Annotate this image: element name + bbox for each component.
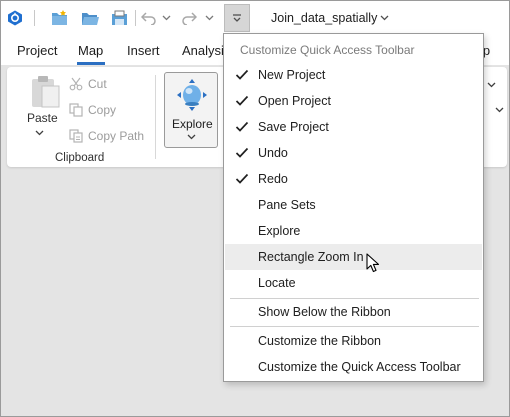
- project-name-dropdown[interactable]: Join_data_spatially: [271, 11, 389, 25]
- menu-item-label: Save Project: [258, 120, 329, 134]
- menu-header: Customize Quick Access Toolbar: [240, 43, 415, 57]
- menu-item-explore[interactable]: Explore: [225, 218, 482, 244]
- paste-chevron-icon[interactable]: [35, 130, 44, 136]
- checkmark-icon: [233, 92, 251, 110]
- menu-item-label: Rectangle Zoom In: [258, 250, 364, 264]
- scissors-icon: [69, 77, 83, 91]
- menu-item-label: Redo: [258, 172, 288, 186]
- menu-item-customize-ribbon[interactable]: Customize the Ribbon: [225, 328, 482, 354]
- menu-item-label: Pane Sets: [258, 198, 316, 212]
- menu-item-show-below-ribbon[interactable]: Show Below the Ribbon: [225, 299, 482, 325]
- menu-item-label: Customize the Quick Access Toolbar: [258, 360, 461, 374]
- mouse-pointer-icon: [366, 253, 380, 273]
- explore-button[interactable]: Explore: [164, 72, 218, 148]
- menu-item-rectangle-zoom-in[interactable]: Rectangle Zoom In: [225, 244, 482, 270]
- checkmark-icon: [233, 118, 251, 136]
- menu-item-label: Show Below the Ribbon: [258, 305, 391, 319]
- project-name-label: Join_data_spatially: [271, 11, 378, 25]
- checkmark-icon: [233, 144, 251, 162]
- cut-button[interactable]: Cut: [69, 77, 107, 91]
- cut-label: Cut: [88, 77, 107, 91]
- title-bar: Join_data_spatially: [1, 1, 509, 35]
- menu-item-label: Locate: [258, 276, 296, 290]
- ribbon-chevron-icon[interactable]: [487, 82, 496, 88]
- application-window: Join_data_spatially Project Map Insert A…: [0, 0, 510, 417]
- menu-item-label: Customize the Ribbon: [258, 334, 381, 348]
- undo-icon[interactable]: [140, 8, 158, 28]
- copy-icon: [69, 103, 83, 117]
- menu-item-redo[interactable]: Redo: [225, 166, 482, 192]
- ribbon-group-divider: [155, 75, 156, 159]
- menu-item-label: Explore: [258, 224, 301, 238]
- undo-dropdown-chevron-icon[interactable]: [160, 8, 172, 28]
- menu-divider: [230, 326, 479, 327]
- copy-path-button[interactable]: Copy Path: [69, 129, 144, 143]
- menu-item-open-project[interactable]: Open Project: [225, 88, 482, 114]
- tab-map[interactable]: Map: [78, 43, 103, 58]
- copy-label: Copy: [88, 103, 117, 117]
- open-project-icon[interactable]: [80, 8, 100, 28]
- tab-analysis[interactable]: Analysi: [182, 43, 224, 58]
- app-logo-icon: [6, 8, 24, 28]
- copy-path-icon: [69, 129, 83, 143]
- menu-item-locate[interactable]: Locate: [225, 270, 482, 296]
- checkmark-icon: [233, 170, 251, 188]
- copy-path-label: Copy Path: [88, 129, 145, 143]
- new-project-icon[interactable]: [50, 8, 70, 28]
- explore-icon: [177, 79, 207, 111]
- copy-button[interactable]: Copy: [69, 103, 116, 117]
- paste-label: Paste: [27, 111, 58, 125]
- redo-icon[interactable]: [180, 8, 198, 28]
- menu-item-label: Open Project: [258, 94, 331, 108]
- active-tab-indicator: [77, 62, 105, 65]
- explore-label: Explore: [172, 117, 213, 131]
- tab-insert[interactable]: Insert: [127, 43, 160, 58]
- explore-chevron-icon: [187, 134, 196, 140]
- clipboard-icon: [32, 76, 60, 108]
- menu-item-save-project[interactable]: Save Project: [225, 114, 482, 140]
- checkmark-icon: [233, 66, 251, 84]
- clipboard-group-label: Clipboard: [55, 152, 105, 164]
- menu-item-customize-qat[interactable]: Customize the Quick Access Toolbar: [225, 354, 482, 380]
- save-project-icon[interactable]: [110, 8, 130, 28]
- paste-button[interactable]: [23, 75, 67, 112]
- menu-item-label: New Project: [258, 68, 326, 82]
- ribbon-chevron-icon[interactable]: [495, 107, 504, 113]
- customize-qat-chevron-icon: [233, 14, 241, 22]
- menu-item-pane-sets[interactable]: Pane Sets: [225, 192, 482, 218]
- menu-item-new-project[interactable]: New Project: [225, 62, 482, 88]
- customize-qat-menu: Customize Quick Access Toolbar New Proje…: [223, 33, 484, 382]
- menu-item-undo[interactable]: Undo: [225, 140, 482, 166]
- redo-dropdown-chevron-icon[interactable]: [203, 8, 215, 28]
- tab-project[interactable]: Project: [17, 43, 57, 58]
- menu-item-label: Undo: [258, 146, 288, 160]
- customize-qat-button[interactable]: [224, 4, 250, 32]
- chevron-down-icon: [380, 15, 389, 21]
